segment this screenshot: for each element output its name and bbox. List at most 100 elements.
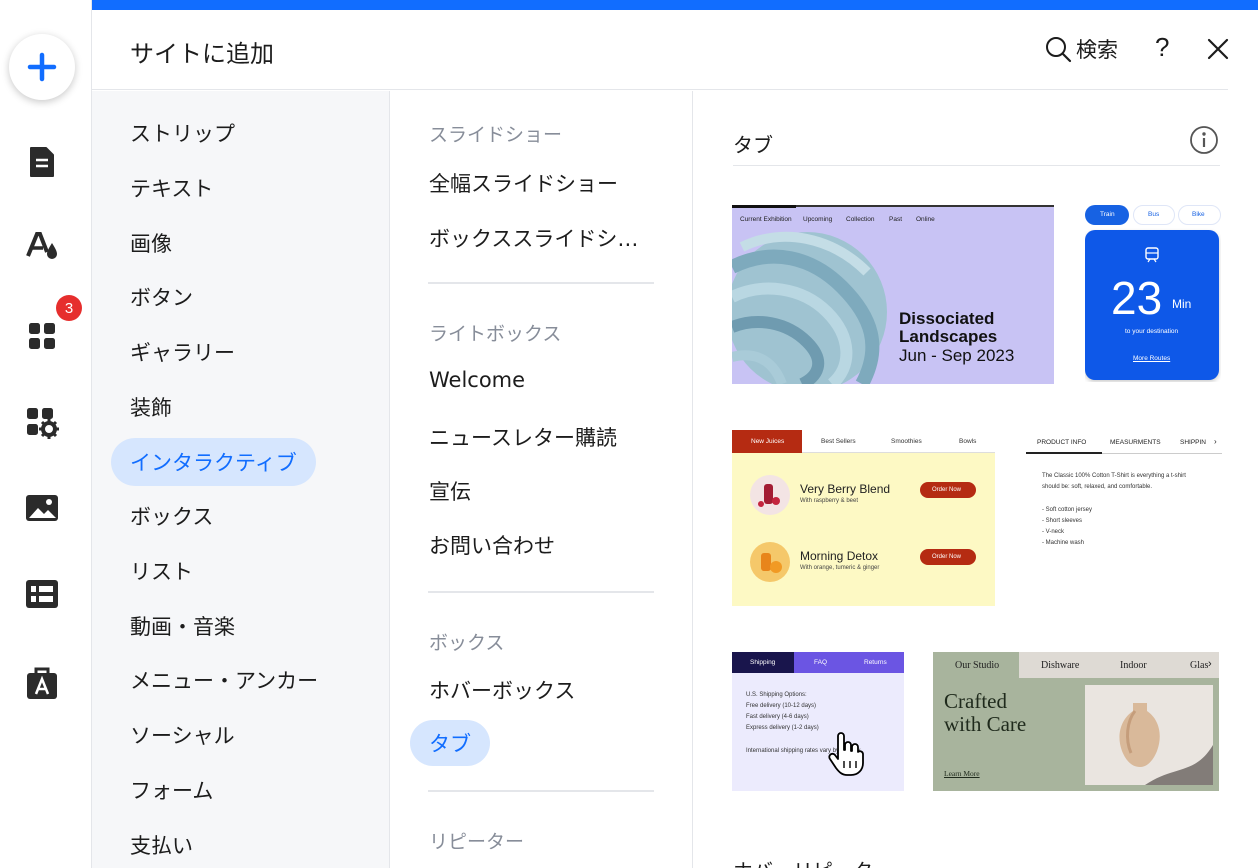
category-item[interactable]: ソーシャル (130, 720, 235, 750)
thumb-text: - Machine wash (1042, 540, 1085, 546)
plus-icon (27, 52, 57, 82)
subsection-item[interactable]: 宣伝 (429, 476, 471, 506)
category-item[interactable]: フォーム (130, 775, 213, 805)
product-name: Very Berry Blend (800, 482, 891, 496)
thumb-tab: Train (1100, 211, 1115, 218)
business-apps-button[interactable] (22, 402, 62, 442)
category-item[interactable]: 装飾 (130, 392, 172, 422)
vase-image (1085, 685, 1213, 785)
thumb-tab: Returns (864, 659, 887, 666)
section-header: ボックス (429, 632, 505, 654)
section-header: リピーター (429, 831, 525, 853)
thumb-subtitle: Jun - Sep 2023 (899, 346, 1015, 365)
thumb-number: 23 (1111, 272, 1163, 324)
thumb-tab: Current Exhibition (740, 216, 792, 223)
abstract-sculpture-image (732, 231, 887, 384)
tab-design-transit[interactable]: Train Bus Bike 23 Min to your destinatio… (1085, 205, 1221, 382)
category-item[interactable]: ボタン (130, 282, 193, 312)
tab-design-shipping[interactable]: Shipping FAQ Returns U.S. Shipping Optio… (732, 652, 904, 791)
chevron-right-icon: › (1208, 658, 1212, 670)
design-button[interactable] (22, 226, 62, 266)
subsection-item[interactable]: Welcome (429, 368, 525, 392)
info-icon[interactable] (1189, 125, 1219, 155)
product-name: Morning Detox (800, 549, 879, 563)
help-button[interactable]: ? (1155, 32, 1169, 63)
category-item[interactable]: テキスト (130, 173, 213, 203)
section-title: タブ (733, 133, 773, 157)
thumb-text: should be: soft, relaxed, and comfortabl… (1042, 484, 1153, 490)
tab-design-juices[interactable]: New Juices Best Sellers Smoothies Bowls … (732, 430, 995, 606)
subsection-item[interactable]: 全幅スライドショー (429, 168, 618, 198)
category-item-active[interactable]: インタラクティブ (111, 438, 316, 486)
apps-button[interactable] (22, 316, 62, 356)
divider (428, 282, 654, 284)
thumb-tab: New Juices (751, 438, 785, 445)
product-desc: With raspberry & beet (800, 498, 859, 504)
search-button[interactable]: 検索 (1044, 34, 1118, 64)
hand-cursor-icon (828, 732, 864, 776)
thumb-tab: Shipping (750, 659, 776, 666)
category-item[interactable]: ボックス (130, 501, 213, 531)
search-label: 検索 (1076, 38, 1118, 62)
thumb-title: Dissociated (899, 309, 995, 328)
tab-design-product-info[interactable]: PRODUCT INFO MEASURMENTS SHIPPIN › The C… (1026, 430, 1222, 580)
thumb-tab: SHIPPIN (1180, 439, 1207, 446)
tab-design-exhibition[interactable]: Current Exhibition Upcoming Collection P… (732, 205, 1054, 384)
thumb-tab: Bus (1148, 211, 1160, 218)
thumb-tab: Glas (1190, 660, 1209, 671)
theme-icon (26, 232, 57, 259)
train-icon (1145, 247, 1159, 263)
section-header: スライドショー (429, 124, 563, 146)
subsection-item[interactable]: ホバーボックス (429, 675, 575, 705)
thumb-tab: Best Sellers (821, 438, 856, 445)
subsection-item[interactable]: ニュースレター購読 (429, 422, 617, 452)
close-icon[interactable] (1207, 38, 1229, 60)
category-item[interactable]: メニュー・アンカー (130, 665, 318, 695)
market-button[interactable] (22, 662, 62, 702)
category-item[interactable]: 画像 (130, 228, 172, 258)
subsection-item[interactable]: ボックススライドシ… (429, 223, 638, 253)
search-icon (1046, 37, 1072, 63)
chevron-right-icon: › (1214, 437, 1217, 446)
thumb-tab: Upcoming (803, 216, 833, 223)
thumb-tab: Dishware (1041, 660, 1080, 671)
category-item[interactable]: 支払い (130, 830, 193, 860)
category-item[interactable]: ストリップ (130, 118, 235, 148)
category-item[interactable]: 動画・音楽 (130, 611, 235, 641)
thumb-tab: Bike (1192, 211, 1205, 218)
section-header: ライトボックス (429, 323, 562, 345)
media-button[interactable] (22, 488, 62, 528)
subsection-list: スライドショー 全幅スライドショー ボックススライドシ… ライトボックス Wel… (390, 91, 693, 868)
tab-design-studio[interactable]: Our Studio Dishware Indoor Glas › Crafte… (933, 652, 1219, 791)
category-item[interactable]: リスト (130, 556, 193, 586)
cms-button[interactable] (22, 574, 62, 614)
thumb-title: with Care (944, 712, 1027, 736)
preview-area: タブ Current Exhibition Upcoming Collectio… (693, 91, 1258, 868)
left-rail: 3 (0, 0, 92, 868)
thumb-tab: Indoor (1120, 660, 1147, 671)
berry-image (750, 475, 790, 515)
thumb-text: Fast delivery (4-6 days) (746, 714, 809, 720)
orange-image (750, 542, 790, 582)
subsection-item-active[interactable]: タブ (410, 720, 490, 766)
thumb-text: - Short sleeves (1042, 518, 1083, 524)
thumb-text: - V-neck (1042, 529, 1065, 535)
thumb-tab: Smoothies (891, 438, 922, 445)
thumb-tab: Online (916, 216, 935, 223)
thumb-link: More Routes (1133, 355, 1171, 362)
thumb-caption: to your destination (1125, 328, 1179, 335)
thumb-text: U.S. Shipping Options: (746, 692, 807, 698)
panel-title: サイトに追加 (130, 40, 274, 68)
divider (733, 165, 1220, 166)
add-elements-button[interactable] (9, 34, 75, 100)
category-item[interactable]: ギャラリー (130, 337, 235, 367)
order-button: Order Now (932, 554, 962, 560)
subsection-item[interactable]: お問い合わせ (429, 530, 555, 560)
thumb-tab: Our Studio (955, 660, 1000, 671)
thumb-tab: MEASURMENTS (1110, 439, 1161, 446)
media-icon (26, 495, 58, 521)
thumb-text: Free delivery (10-12 days) (746, 703, 817, 709)
pages-button[interactable] (22, 142, 62, 182)
thumb-tab: Past (889, 216, 903, 223)
product-desc: With orange, tumeric & ginger (800, 565, 880, 571)
